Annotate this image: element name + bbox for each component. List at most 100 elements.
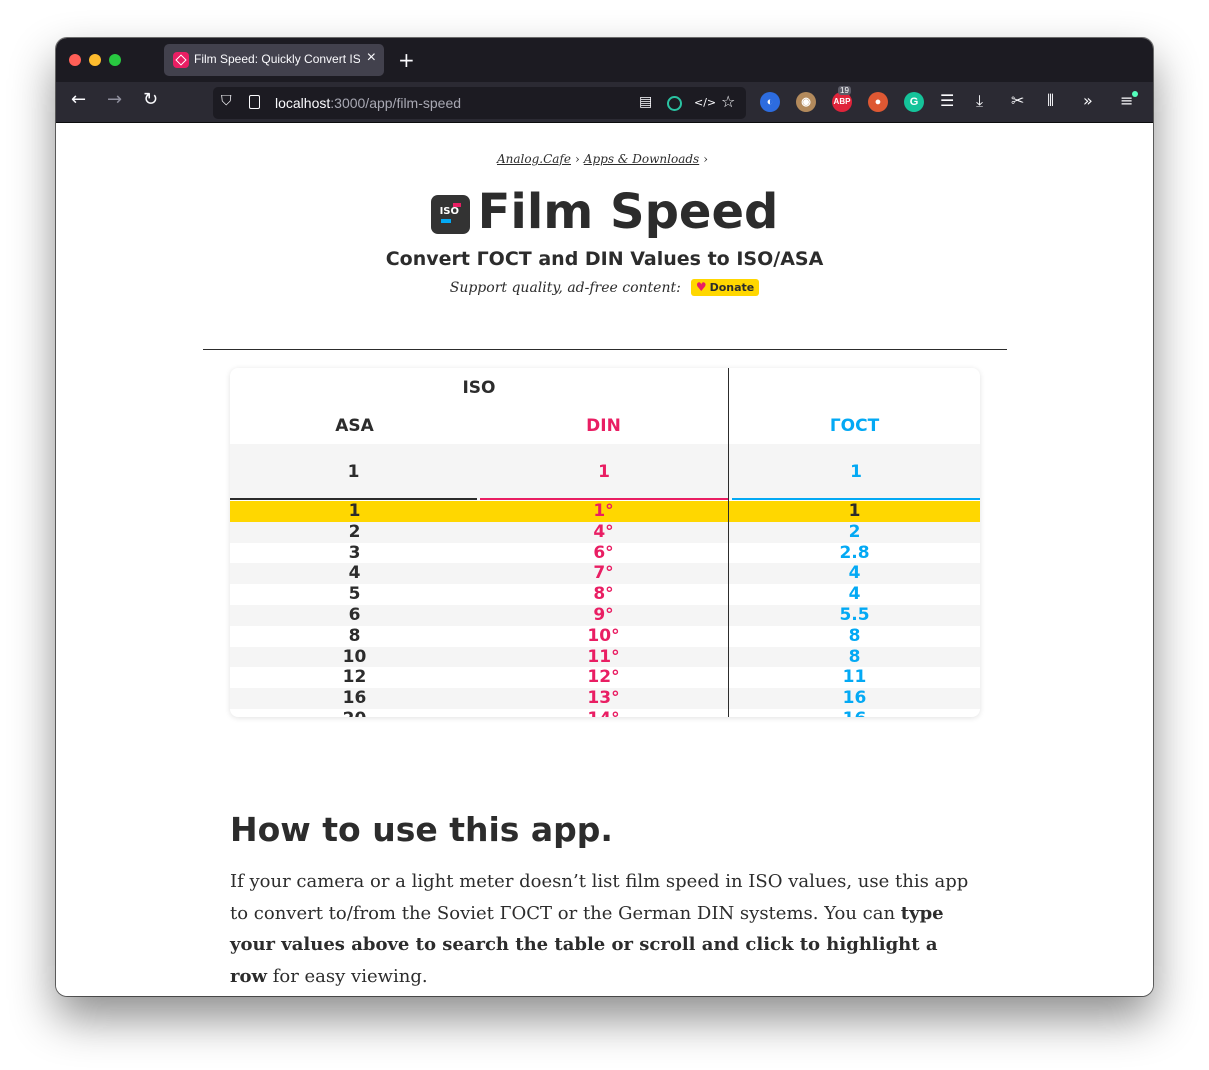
heart-icon: ♥: [695, 280, 707, 294]
library-icon[interactable]: ⦀: [1047, 91, 1054, 111]
cell-gost: 11: [842, 667, 867, 688]
cell-din: 10°: [587, 625, 620, 646]
breadcrumb: Analog.Cafe › Apps & Downloads ›: [56, 152, 1153, 166]
extension-grammarly-icon[interactable]: G: [904, 92, 924, 112]
din-input[interactable]: 1: [480, 444, 728, 500]
donate-button[interactable]: ♥ Donate: [690, 279, 760, 296]
header-gost: ГОСТ: [829, 416, 880, 436]
table-body: 1 1° 1 2 4° 2 3 6° 2.8 4 7° 4 5 8° 4 6 9° 5.5 8 10° 8 10 11° 8 1…: [230, 501, 980, 717]
reload-button[interactable]: ↻: [143, 90, 158, 110]
site-favicon-icon: [173, 52, 189, 68]
cell-gost: 1: [848, 501, 861, 521]
cell-din: 13°: [587, 688, 620, 709]
header-din: DIN: [586, 416, 621, 436]
table-row[interactable]: 1 1° 1: [230, 501, 980, 522]
cell-asa: 16: [342, 688, 367, 709]
cell-din: 9°: [593, 604, 614, 625]
cell-gost: 2: [848, 521, 861, 542]
navigation-toolbar: ← → ↻ ⛉ localhost:3000/app/film-speed ▤ …: [56, 82, 1153, 123]
extension-1password-icon[interactable]: ◐: [760, 92, 780, 112]
breadcrumb-link-apps[interactable]: Apps & Downloads: [584, 152, 699, 166]
table-row[interactable]: 12 12° 11: [230, 667, 980, 688]
gost-input[interactable]: 1: [732, 444, 980, 500]
page-subtitle: Convert ГОСТ and DIN Values to ISO/ASA: [385, 248, 824, 270]
film-speed-table: ISO ASA DIN ГОСТ 1 1 1 1 1° 1 2 4° 2 3 6° 2.8 4 7°…: [230, 368, 980, 717]
page-title: Film Speed: [477, 184, 779, 240]
back-button[interactable]: ←: [71, 90, 86, 110]
cell-din: 14°: [479, 709, 728, 717]
cell-asa: 5: [348, 584, 361, 605]
cell-asa: 3: [348, 542, 361, 563]
code-icon[interactable]: </>: [694, 96, 716, 109]
extension-duckduckgo-icon[interactable]: ●: [868, 92, 888, 112]
search-inputs-row: 1 1 1: [230, 444, 980, 500]
cell-gost: 4: [848, 563, 861, 584]
address-bar[interactable]: ⛉ localhost:3000/app/film-speed ▤ </> ☆: [213, 87, 746, 119]
cell-din: 4°: [593, 521, 614, 542]
header-asa: ASA: [335, 416, 374, 436]
tab-close-icon[interactable]: ×: [367, 49, 376, 67]
screenshot-icon[interactable]: ✂: [1011, 91, 1024, 111]
table-row[interactable]: 4 7° 4: [230, 563, 980, 585]
divider: [203, 349, 1007, 350]
support-line: Support quality, ad-free content: ♥ Donate: [56, 279, 1153, 296]
close-window-button[interactable]: [69, 54, 81, 66]
breadcrumb-separator: ›: [574, 152, 580, 166]
app-logo-icon: ISO: [430, 194, 470, 234]
table-row[interactable]: 16 13° 16: [230, 688, 980, 709]
table-row[interactable]: 2 4° 2: [230, 521, 980, 543]
page-title-row: ISO Film Speed: [56, 184, 1153, 240]
cell-asa: 10: [342, 646, 367, 667]
table-row[interactable]: 8 10° 8: [230, 626, 980, 647]
cell-din: 7°: [593, 563, 614, 584]
extension-adblock-icon[interactable]: ABP: [832, 92, 852, 112]
bookmark-star-icon[interactable]: ☆: [721, 92, 735, 111]
cell-gost: 8: [848, 625, 861, 646]
minimize-window-button[interactable]: [89, 54, 101, 66]
cell-gost: 8: [848, 646, 861, 667]
breadcrumb-link-analog-cafe[interactable]: Analog.Cafe: [497, 152, 571, 166]
extension-owl-icon[interactable]: ◉: [796, 92, 816, 112]
cell-din: 6°: [593, 542, 614, 563]
tab-film-speed[interactable]: Film Speed: Quickly Convert ISO ×: [164, 44, 384, 76]
extension-badge: 19: [838, 86, 851, 95]
forward-button[interactable]: →: [107, 90, 122, 110]
downloads-icon[interactable]: ⤓: [976, 91, 983, 111]
cell-asa: 4: [348, 563, 361, 584]
table-row[interactable]: 10 11° 8: [230, 646, 980, 668]
cell-gost: 16: [729, 709, 980, 717]
tracking-protection-shield-icon[interactable]: ⛉: [221, 93, 232, 109]
new-tab-button[interactable]: +: [398, 48, 415, 72]
page-content: Analog.Cafe › Apps & Downloads › ISO Film S…: [56, 124, 1153, 996]
donate-label: Donate: [709, 281, 755, 294]
cell-din: 8°: [593, 584, 614, 605]
browser-window: Film Speed: Quickly Convert ISO × + ← → …: [56, 38, 1153, 996]
table-row[interactable]: 2014°16: [230, 709, 980, 717]
asa-input[interactable]: 1: [230, 444, 477, 500]
howto-text: If your camera or a light meter doesn’t …: [230, 871, 969, 987]
cell-asa: 20: [230, 709, 479, 717]
cell-asa: 1: [348, 501, 361, 521]
cell-gost: 5.5: [839, 604, 870, 625]
update-dot-icon: [1132, 91, 1138, 97]
zoom-window-button[interactable]: [109, 54, 121, 66]
extension-layers-icon[interactable]: ☰: [940, 91, 954, 111]
column-divider: [728, 368, 729, 717]
howto-title: How to use this app.: [230, 810, 613, 849]
cell-din: 11°: [587, 646, 620, 667]
table-row[interactable]: 6 9° 5.5: [230, 604, 980, 626]
cell-asa: 2: [348, 521, 361, 542]
page-info-icon[interactable]: [249, 95, 260, 109]
cell-asa: 6: [348, 604, 361, 625]
header-iso: ISO: [462, 378, 496, 398]
tab-bar: Film Speed: Quickly Convert ISO × +: [56, 38, 1153, 82]
overflow-chevrons-icon[interactable]: »: [1083, 91, 1093, 111]
extension-circle-icon[interactable]: [667, 96, 682, 111]
tab-title: Film Speed: Quickly Convert ISO: [194, 52, 360, 66]
breadcrumb-separator: ›: [703, 152, 709, 166]
table-row[interactable]: 3 6° 2.8: [230, 543, 980, 564]
url-text[interactable]: localhost:3000/app/film-speed: [275, 95, 461, 111]
table-row[interactable]: 5 8° 4: [230, 584, 980, 605]
reader-view-icon[interactable]: ▤: [639, 94, 652, 110]
cell-gost: 2.8: [839, 542, 870, 563]
